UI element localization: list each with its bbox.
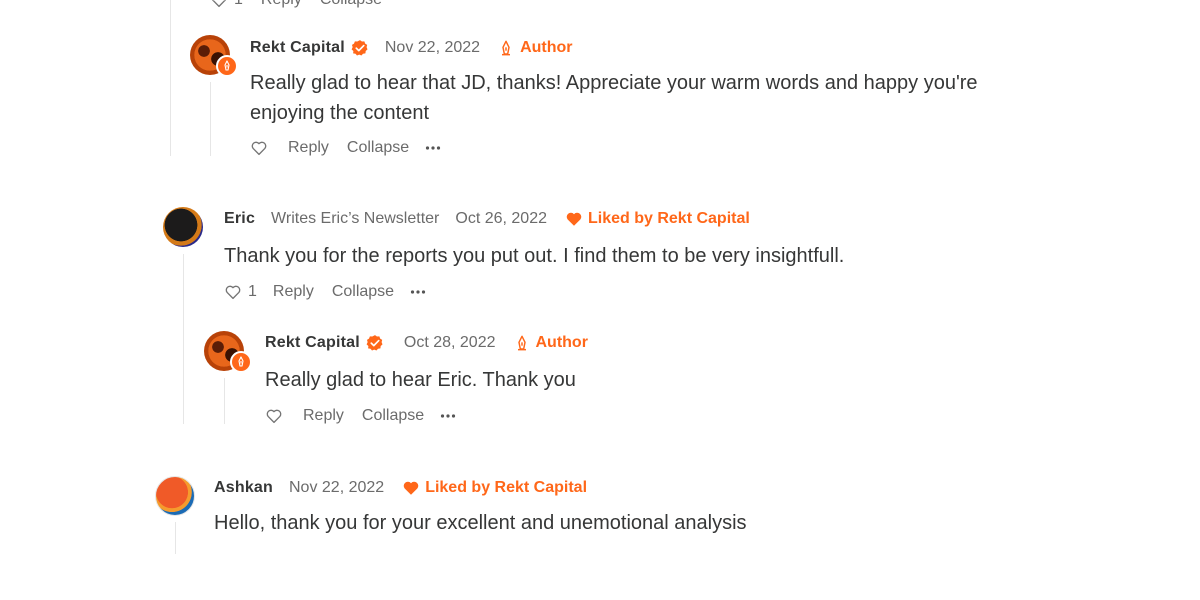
avatar-image xyxy=(163,207,203,247)
publication-link[interactable]: Writes Eric’s Newsletter xyxy=(271,210,439,228)
thread-line xyxy=(175,522,176,554)
avatar[interactable] xyxy=(190,35,238,77)
author-tag: Author xyxy=(498,39,573,57)
thread-line xyxy=(170,0,171,156)
collapse-button[interactable]: Collapse xyxy=(320,0,382,9)
like-button[interactable]: 1 xyxy=(210,0,243,9)
thread-line xyxy=(224,378,225,424)
liked-by-label: Liked by Rekt Capital xyxy=(588,210,750,227)
like-button[interactable] xyxy=(265,407,283,425)
comment-thread: 1 Reply Collapse Rekt Capital Nov 22, 20… xyxy=(0,0,1200,600)
comment-actions: Reply Collapse xyxy=(265,404,456,428)
avatar-image xyxy=(155,476,195,516)
comment-body: Really glad to hear Eric. Thank you xyxy=(265,369,576,391)
avatar[interactable] xyxy=(163,207,203,247)
comment-actions: 1 Reply Collapse xyxy=(210,0,382,12)
comment-body: Thank you for the reports you put out. I… xyxy=(224,245,845,267)
comment-header: Eric Writes Eric’s Newsletter Oct 26, 20… xyxy=(224,207,750,231)
pen-nib-icon xyxy=(498,40,514,56)
heart-outline-icon xyxy=(210,0,228,9)
avatar[interactable] xyxy=(204,331,252,373)
more-options-icon[interactable] xyxy=(410,284,426,300)
author-badge-icon xyxy=(230,351,252,373)
thread-line xyxy=(210,82,211,156)
comment-header: Ashkan Nov 22, 2022 Liked by Rekt Capita… xyxy=(214,476,587,500)
pen-nib-icon xyxy=(514,335,530,351)
author-tag-label: Author xyxy=(535,334,588,351)
reply-button[interactable]: Reply xyxy=(288,139,329,157)
liked-by-label: Liked by Rekt Capital xyxy=(425,479,588,496)
author-tag: Author xyxy=(514,334,588,352)
collapse-button[interactable]: Collapse xyxy=(362,407,424,425)
comment-date[interactable]: Oct 26, 2022 xyxy=(455,210,547,228)
like-button[interactable]: 1 xyxy=(224,283,257,301)
liked-by-tag: Liked by Rekt Capital xyxy=(402,479,587,497)
collapse-button[interactable]: Collapse xyxy=(332,283,394,301)
more-options-icon[interactable] xyxy=(425,140,441,156)
collapse-button[interactable]: Collapse xyxy=(347,139,409,157)
like-button[interactable] xyxy=(250,139,268,157)
author-tag-label: Author xyxy=(520,39,573,56)
heart-filled-icon xyxy=(402,479,420,497)
liked-by-tag: Liked by Rekt Capital xyxy=(565,210,750,228)
like-count: 1 xyxy=(248,283,257,300)
comment-actions: 1 Reply Collapse xyxy=(224,280,426,304)
avatar[interactable] xyxy=(155,476,195,516)
reply-button[interactable]: Reply xyxy=(303,407,344,425)
more-options-icon[interactable] xyxy=(440,408,456,424)
comment-body: Hello, thank you for your excellent and … xyxy=(214,512,747,534)
thread-line xyxy=(183,254,184,424)
verified-check-icon xyxy=(351,39,369,57)
author-name[interactable]: Rekt Capital xyxy=(265,334,360,352)
comment-header: Rekt Capital Oct 28, 2022 Author xyxy=(265,331,588,355)
author-name[interactable]: Rekt Capital xyxy=(250,39,345,57)
heart-outline-icon xyxy=(250,139,268,157)
comment-date[interactable]: Nov 22, 2022 xyxy=(289,479,384,497)
heart-outline-icon xyxy=(265,407,283,425)
comment-header: Rekt Capital Nov 22, 2022 Author xyxy=(250,36,573,60)
author-name[interactable]: Ashkan xyxy=(214,479,273,497)
like-count: 1 xyxy=(234,0,243,9)
comment-body: Really glad to hear that JD, thanks! App… xyxy=(250,72,978,124)
reply-button[interactable]: Reply xyxy=(261,0,302,9)
comment-date[interactable]: Oct 28, 2022 xyxy=(404,334,496,352)
reply-button[interactable]: Reply xyxy=(273,283,314,301)
author-badge-icon xyxy=(216,55,238,77)
verified-check-icon xyxy=(366,334,384,352)
comment-date[interactable]: Nov 22, 2022 xyxy=(385,39,480,57)
comment-actions: Reply Collapse xyxy=(250,136,441,160)
heart-filled-icon xyxy=(565,210,583,228)
author-name[interactable]: Eric xyxy=(224,210,255,228)
heart-outline-icon xyxy=(224,283,242,301)
